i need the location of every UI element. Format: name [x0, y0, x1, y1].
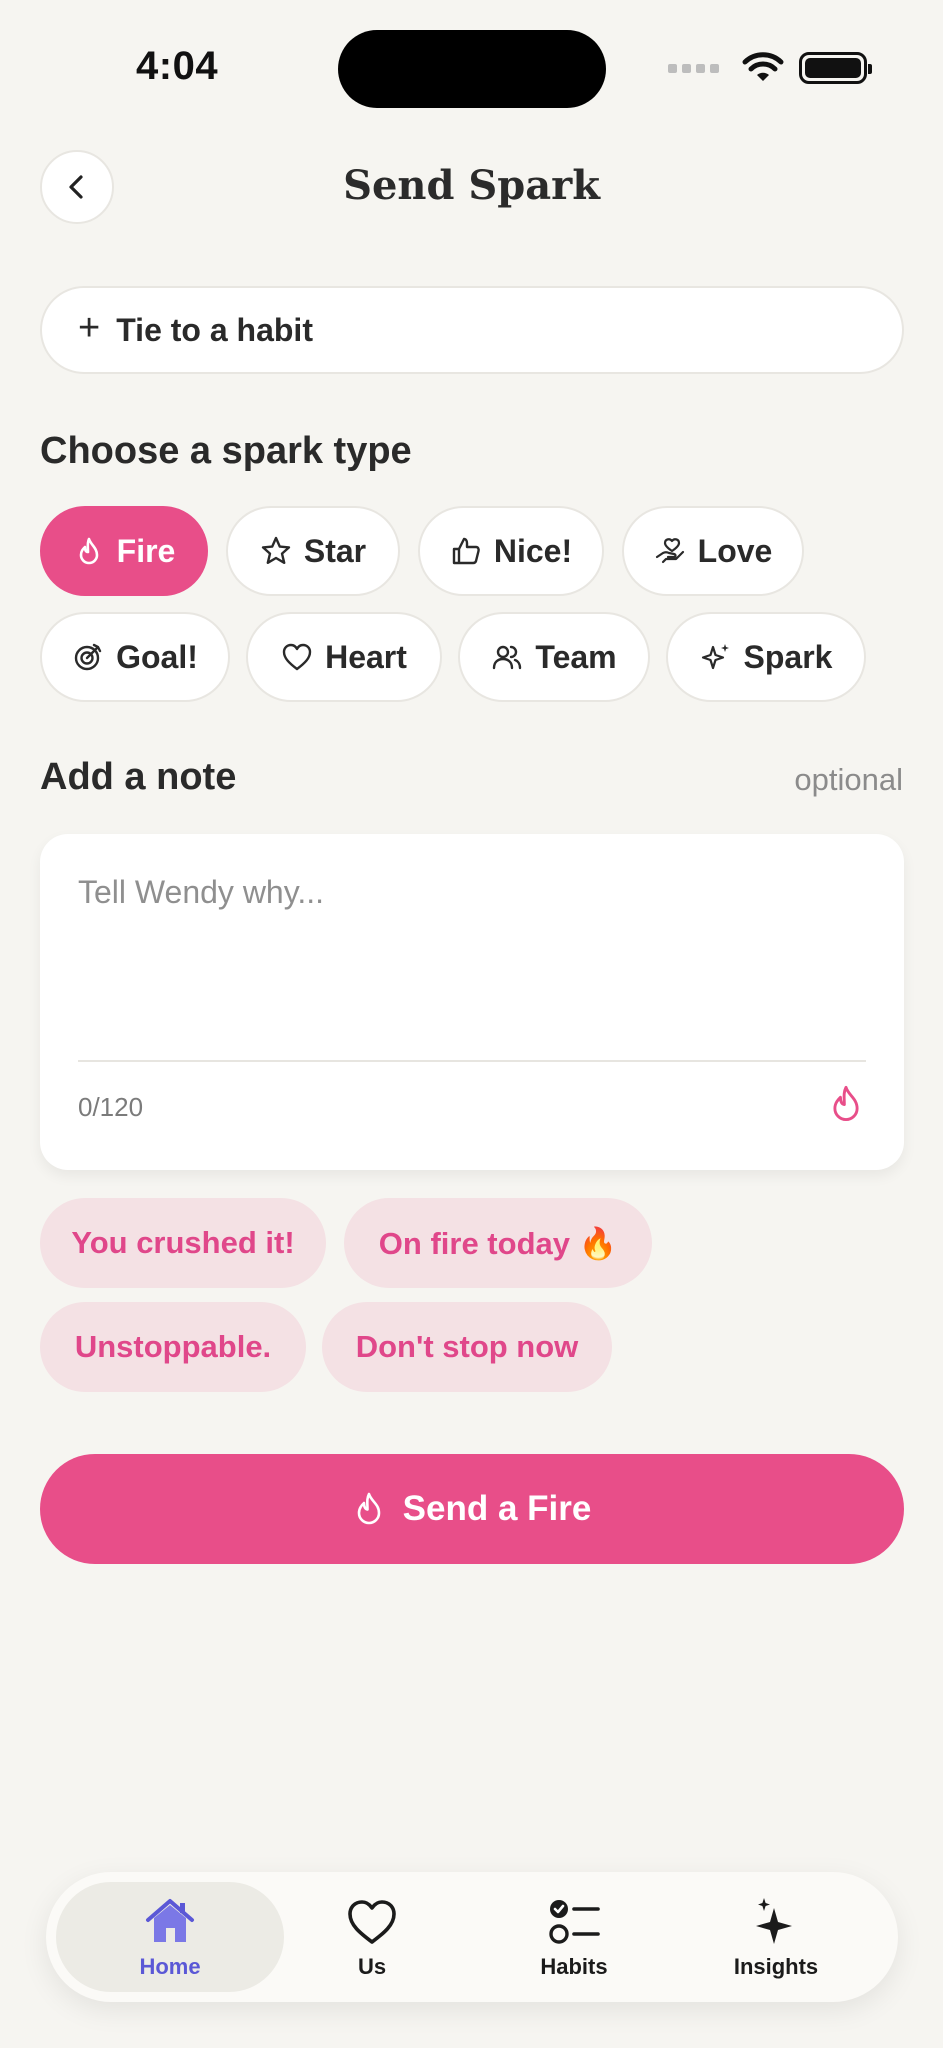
tab-label: Us — [357, 1954, 387, 1979]
spark-chip-nice[interactable]: Nice! — [418, 506, 604, 596]
tab-bar: Home Us Habits Insights — [46, 1872, 898, 2002]
spark-chip-label: Nice! — [493, 532, 573, 569]
tie-to-habit-button[interactable]: + Tie to a habit — [40, 286, 904, 374]
note-heading: Add a note — [40, 756, 237, 798]
spark-chip-label: Spark — [743, 638, 833, 675]
note-input[interactable] — [78, 874, 858, 994]
spark-chip-love[interactable]: Love — [622, 506, 804, 596]
character-counter: 0/120 — [78, 1092, 144, 1122]
flame-icon — [79, 537, 98, 565]
send-spark-screen: 4:04 Send Spark + Tie to a habit Choose … — [0, 0, 943, 2048]
spark-chip-label: Team — [535, 638, 617, 675]
suggestion-chip[interactable]: Don't stop now — [322, 1302, 612, 1392]
spark-chip-goal[interactable]: Goal! — [40, 612, 230, 702]
suggestion-chip[interactable]: You crushed it! — [40, 1198, 326, 1288]
users-icon — [493, 645, 522, 670]
spark-chip-fire[interactable]: Fire — [40, 506, 208, 596]
send-button-label: Send a Fire — [402, 1489, 592, 1528]
flame-icon — [833, 1085, 859, 1121]
hand-heart-icon — [655, 538, 684, 564]
tab-us[interactable]: Us — [258, 1882, 486, 1992]
status-indicators — [668, 50, 872, 86]
tab-label: Insights — [733, 1954, 819, 1979]
home-icon — [146, 1899, 194, 1942]
checklist-icon — [549, 1900, 600, 1944]
plus-icon: + — [78, 306, 101, 349]
spark-chip-label: Star — [303, 532, 367, 569]
note-divider — [78, 1060, 866, 1062]
page-title: Send Spark — [343, 162, 600, 209]
tab-label: Habits — [540, 1954, 608, 1979]
spark-chip-label: Fire — [116, 532, 176, 569]
spark-chip-star[interactable]: Star — [226, 506, 400, 596]
status-time: 4:04 — [136, 44, 219, 88]
tab-home[interactable]: Home — [56, 1882, 284, 1992]
suggestion-chip[interactable]: Unstoppable. — [40, 1302, 306, 1392]
wifi-icon — [742, 52, 784, 81]
spark-type-heading: Choose a spark type — [40, 430, 412, 472]
tie-to-habit-label: Tie to a habit — [116, 311, 313, 348]
suggestion-chip[interactable]: On fire today 🔥 — [344, 1198, 652, 1288]
flame-icon — [357, 1492, 380, 1525]
battery-icon — [799, 52, 872, 84]
tab-label: Home — [139, 1954, 201, 1979]
spark-chip-label: Goal! — [116, 638, 198, 675]
sparkles-icon — [756, 1898, 792, 1944]
tab-insights[interactable]: Insights — [662, 1882, 890, 1992]
spark-chip-team[interactable]: Team — [458, 612, 650, 702]
optional-label: optional — [794, 762, 903, 797]
note-card: 0/120 — [40, 834, 904, 1170]
send-fire-button[interactable]: Send a Fire — [40, 1454, 904, 1564]
target-icon — [74, 643, 102, 671]
sparkles-icon — [701, 644, 729, 670]
heart-icon — [282, 643, 312, 671]
spark-chip-label: Love — [697, 532, 773, 569]
spark-chip-spark[interactable]: Spark — [666, 612, 866, 702]
dynamic-island — [338, 30, 606, 108]
heart-icon — [348, 1900, 396, 1944]
spark-chip-heart[interactable]: Heart — [246, 612, 442, 702]
thumbs-up-icon — [452, 537, 480, 565]
tab-habits[interactable]: Habits — [460, 1882, 688, 1992]
star-icon — [261, 536, 291, 564]
cellular-signal-icon — [668, 63, 719, 73]
spark-chip-label: Heart — [325, 638, 407, 675]
